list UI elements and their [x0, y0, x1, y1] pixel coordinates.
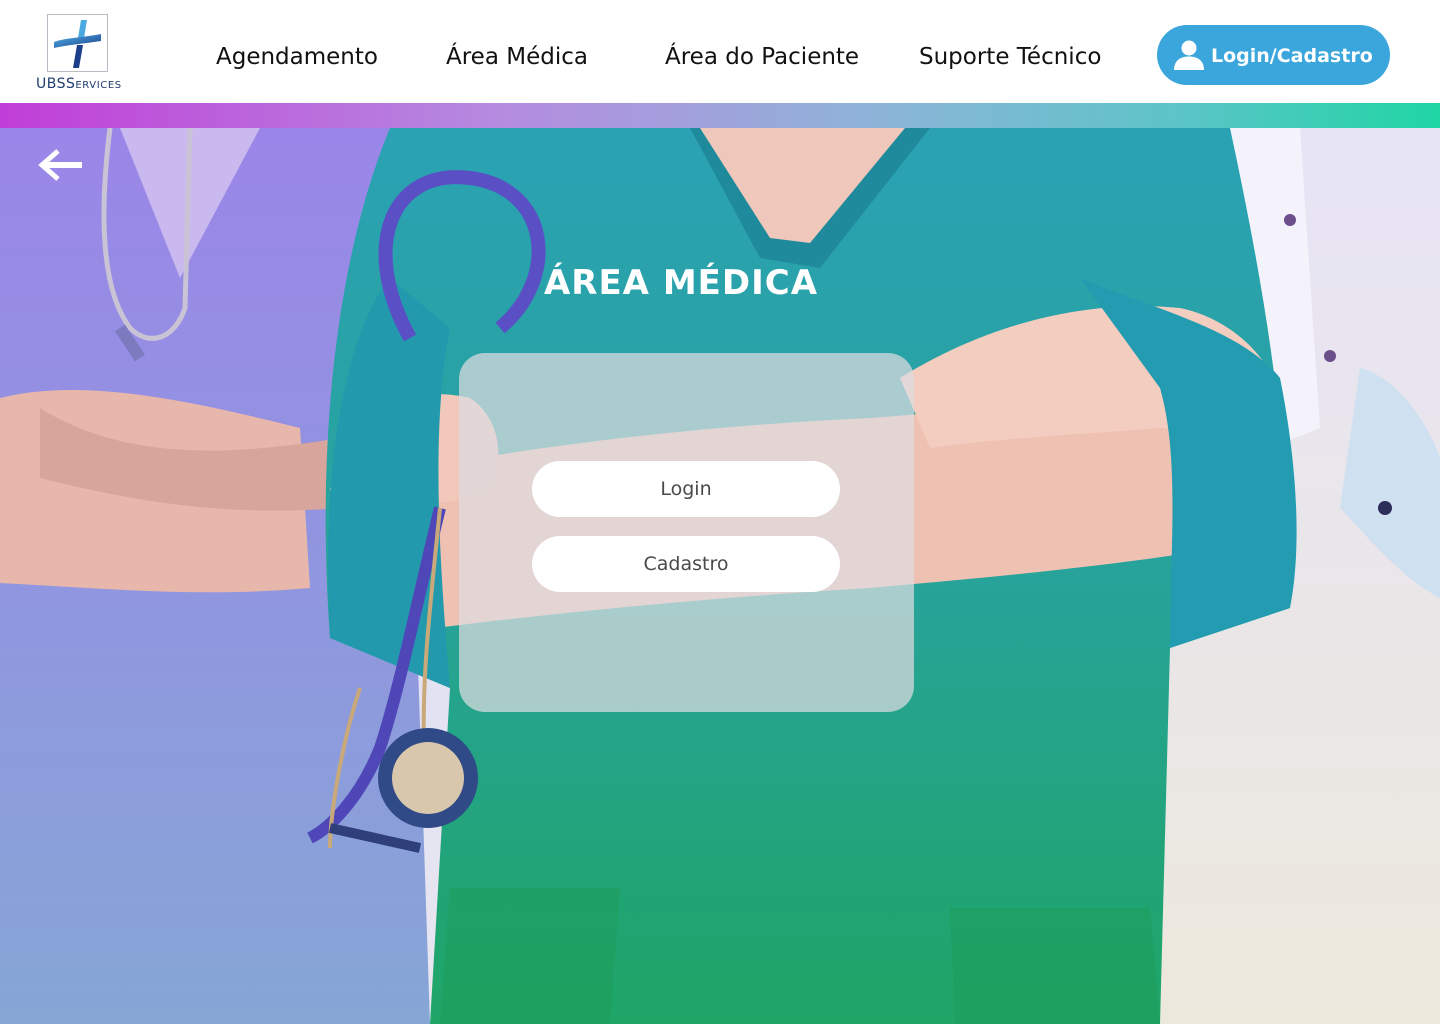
nav-suporte-tecnico[interactable]: Suporte Técnico	[919, 44, 1101, 70]
ubservices-logo[interactable]: UBSSERVICES	[36, 14, 122, 94]
login-button[interactable]: Login	[532, 461, 840, 517]
user-icon	[1174, 40, 1204, 70]
nav-area-medica[interactable]: Área Médica	[446, 44, 588, 70]
page-title: ÁREA MÉDICA	[543, 263, 819, 303]
nav-agendamento[interactable]: Agendamento	[216, 44, 378, 70]
logo-brand-main: UBS	[36, 76, 66, 92]
logo-wordmark: UBSSERVICES	[36, 76, 122, 92]
top-header: UBSSERVICES Agendamento Área Médica Área…	[0, 0, 1440, 103]
auth-panel: Login Cadastro	[459, 353, 914, 712]
cadastro-button[interactable]: Cadastro	[532, 536, 840, 592]
header-gradient-strip	[0, 103, 1440, 128]
medical-cross-icon	[54, 20, 101, 68]
login-cadastro-label: Login/Cadastro	[1211, 45, 1373, 67]
logo-frame	[47, 14, 108, 72]
nav-area-do-paciente[interactable]: Área do Paciente	[665, 44, 859, 70]
logo-brand-s: S	[66, 76, 76, 92]
hero-section: ÁREA MÉDICA Login Cadastro	[0, 128, 1440, 1024]
logo-brand-small: ERVICES	[75, 80, 122, 91]
login-cadastro-button[interactable]: Login/Cadastro	[1157, 25, 1390, 85]
back-arrow-icon[interactable]	[38, 148, 84, 182]
